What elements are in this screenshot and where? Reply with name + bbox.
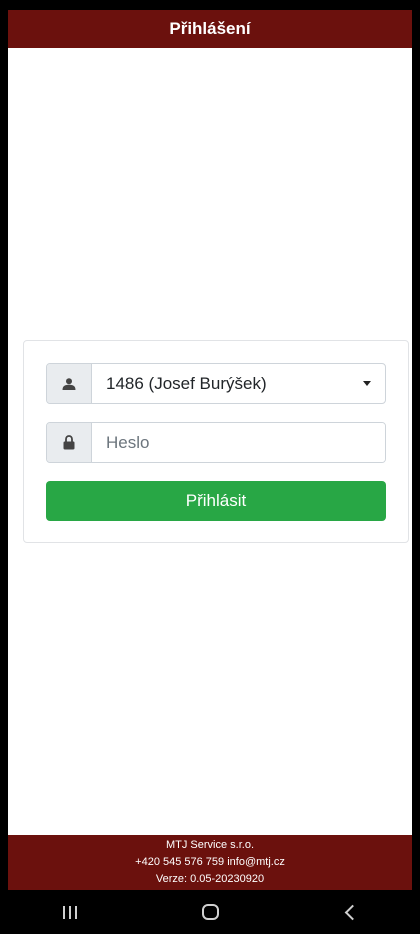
user-select[interactable]: 1486 (Josef Burýšek) (46, 363, 386, 404)
footer-version: Verze: 0.05-20230920 (155, 873, 265, 885)
main-content: 1486 (Josef Burýšek) Přihlásit (8, 48, 412, 835)
page-title: Přihlášení (169, 19, 251, 38)
system-nav-bar (0, 890, 420, 934)
home-button[interactable] (170, 890, 250, 934)
home-icon (201, 904, 219, 920)
login-card: 1486 (Josef Burýšek) Přihlásit (23, 340, 409, 543)
app-header: Přihlášení (8, 10, 412, 48)
recent-apps-button[interactable] (30, 890, 110, 934)
password-input[interactable] (92, 423, 385, 462)
lock-icon (47, 423, 92, 462)
user-select-value[interactable]: 1486 (Josef Burýšek) (92, 364, 349, 403)
device-frame-left (0, 0, 8, 934)
app-footer: MTJ Service s.r.o. +420 545 576 759 info… (8, 835, 412, 890)
password-field-group[interactable] (46, 422, 386, 463)
footer-company: MTJ Service s.r.o. (165, 839, 255, 851)
footer-contact: +420 545 576 759 info@mtj.cz (135, 856, 285, 868)
caret-down-icon[interactable] (349, 364, 385, 403)
back-button[interactable] (310, 890, 390, 934)
device-frame-top (0, 0, 420, 10)
login-button[interactable]: Přihlásit (46, 481, 386, 521)
back-icon (344, 904, 360, 920)
recent-apps-icon (63, 905, 77, 919)
user-icon (47, 364, 92, 403)
device-frame-right (412, 0, 420, 934)
